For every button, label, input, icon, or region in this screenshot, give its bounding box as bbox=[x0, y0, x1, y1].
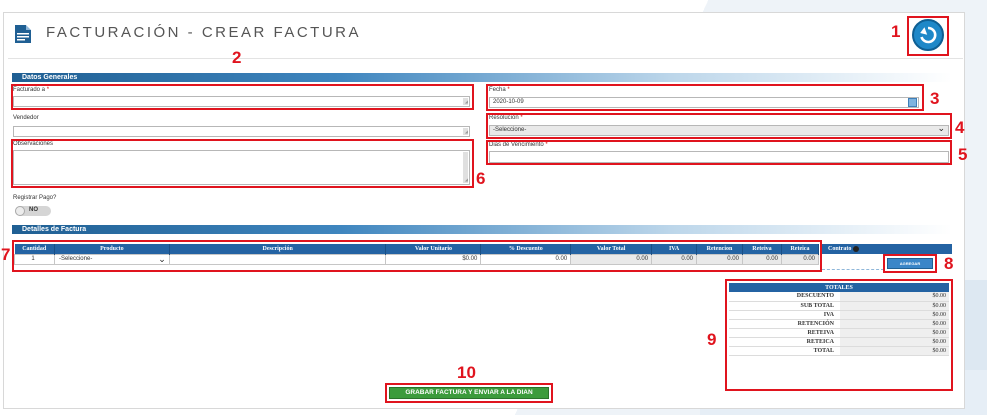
annotation-box-8 bbox=[883, 254, 937, 273]
toggle-knob bbox=[15, 206, 25, 216]
contrato-underline bbox=[822, 269, 884, 270]
toggle-state: NO bbox=[29, 207, 38, 213]
annotation-number: 4 bbox=[955, 118, 965, 137]
registrar-pago-label: Registrar Pago? bbox=[13, 195, 57, 201]
annotation-number: 3 bbox=[930, 89, 940, 108]
annotation-box-5 bbox=[486, 140, 952, 165]
annotation-box-1 bbox=[907, 16, 949, 56]
annotation-number: 5 bbox=[958, 145, 968, 164]
divider bbox=[8, 58, 963, 59]
invoice-icon bbox=[15, 25, 31, 43]
annotation-box-7 bbox=[12, 240, 822, 272]
annotation-box-6 bbox=[11, 139, 474, 188]
annotation-number: 1 bbox=[891, 22, 901, 41]
section-general-header: Datos Generales bbox=[12, 73, 952, 82]
page-title: FACTURACIÓN - CREAR FACTURA bbox=[46, 24, 362, 41]
contrato-header: Contrato bbox=[822, 244, 952, 254]
annotation-box-10 bbox=[385, 383, 553, 403]
annotation-box-9 bbox=[725, 279, 953, 391]
vendedor-label: Vendedor bbox=[13, 115, 39, 121]
help-icon[interactable] bbox=[852, 245, 859, 252]
annotation-number: 8 bbox=[944, 254, 954, 273]
vendedor-select[interactable] bbox=[13, 126, 470, 137]
annotation-number: 9 bbox=[707, 330, 717, 349]
annotation-box-3 bbox=[486, 84, 924, 111]
annotation-box-2 bbox=[11, 84, 474, 110]
annotation-number: 10 bbox=[457, 363, 476, 382]
annotation-number: 6 bbox=[476, 169, 486, 188]
annotation-number: 2 bbox=[232, 48, 242, 67]
section-details-header: Detalles de Factura bbox=[12, 225, 952, 234]
contrato-label: Contrato bbox=[828, 246, 852, 252]
annotation-box-4 bbox=[486, 113, 952, 139]
registrar-pago-toggle[interactable]: NO bbox=[15, 206, 51, 216]
annotation-number: 7 bbox=[1, 245, 11, 264]
